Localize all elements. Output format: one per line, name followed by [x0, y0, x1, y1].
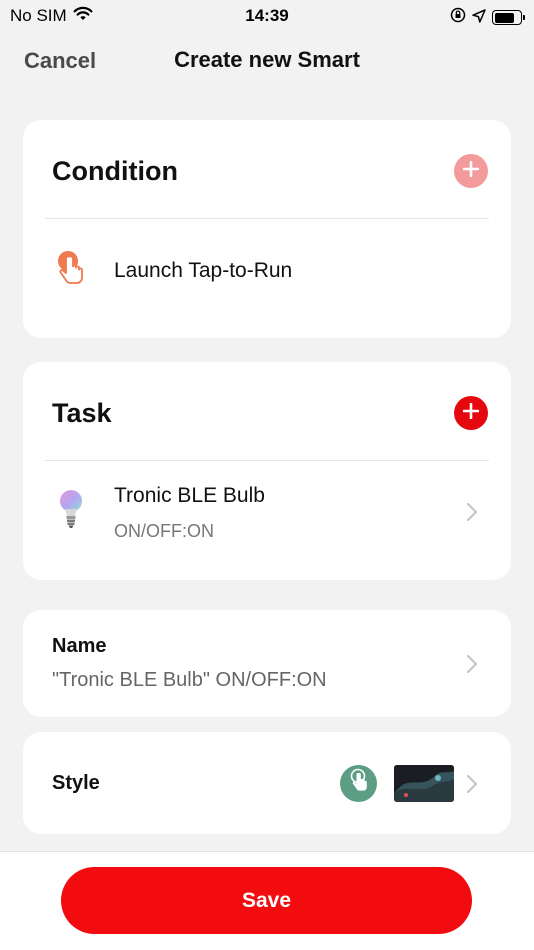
orientation-lock-icon: [450, 7, 466, 28]
location-icon: [472, 8, 486, 28]
style-card[interactable]: Style: [23, 732, 511, 834]
background-image-thumbnail: [394, 765, 454, 802]
page-title: Create new Smart: [174, 47, 360, 72]
chevron-right-icon: [465, 502, 479, 522]
divider: [45, 460, 489, 461]
status-bar: No SIM 14:39: [0, 0, 534, 32]
status-right: [450, 7, 525, 28]
tap-hand-icon: [348, 768, 370, 799]
task-item-status: ON/OFF:ON: [114, 521, 214, 541]
name-card[interactable]: Name "Tronic BLE Bulb" ON/OFF:ON: [23, 610, 511, 717]
battery-icon: [492, 10, 525, 25]
task-item-label: Tronic BLE Bulb: [114, 484, 265, 507]
bulb-icon: [57, 488, 85, 537]
plus-icon: [462, 402, 480, 424]
add-condition-button[interactable]: [454, 154, 488, 188]
navigation-bar: Cancel Create new Smart: [0, 40, 534, 82]
name-value: "Tronic BLE Bulb" ON/OFF:ON: [52, 669, 327, 691]
condition-item-label: Launch Tap-to-Run: [114, 259, 293, 282]
name-title: Name: [52, 635, 107, 657]
tap-hand-icon: [53, 250, 87, 295]
chevron-right-icon: [465, 654, 479, 674]
style-icon-preview: [340, 765, 377, 802]
task-title: Task: [52, 398, 112, 428]
divider: [45, 218, 489, 219]
chevron-right-icon: [465, 774, 479, 794]
add-task-button[interactable]: [454, 396, 488, 430]
bottom-bar: Save: [0, 851, 534, 950]
save-button[interactable]: Save: [61, 867, 472, 934]
condition-title: Condition: [52, 156, 178, 186]
task-card: Task Tronic BLE Bulb ON/OFF:ON: [23, 362, 511, 580]
plus-icon: [462, 160, 480, 182]
condition-card: Condition Launch Tap-to-Run: [23, 120, 511, 338]
style-title: Style: [52, 772, 100, 794]
